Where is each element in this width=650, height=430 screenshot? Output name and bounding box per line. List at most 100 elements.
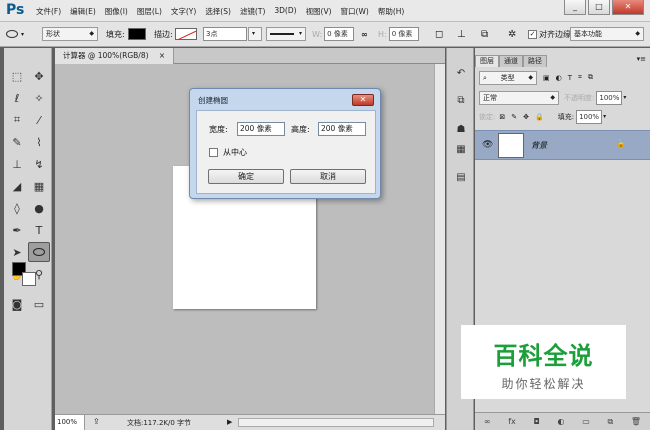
lock-all-icon[interactable]: 🔒 <box>535 113 544 121</box>
tool-preset-picker[interactable]: ▾ <box>6 26 24 42</box>
background-color-swatch[interactable] <box>22 272 36 286</box>
brush-tool-icon[interactable]: ⌇ <box>28 132 50 152</box>
adjustment-layer-icon[interactable]: ◐ <box>558 417 565 426</box>
chevron-down-icon[interactable]: ▾ <box>623 94 626 101</box>
blur-tool-icon[interactable]: ◊ <box>6 198 28 218</box>
tab-close-icon[interactable]: × <box>159 51 165 60</box>
stroke-width-dropdown[interactable]: ▾ <box>248 27 262 41</box>
stroke-width-input[interactable]: 3点 <box>203 27 247 41</box>
height-input[interactable]: 200 像素 <box>318 122 366 136</box>
panel-menu-icon[interactable]: ▾≡ <box>637 55 646 63</box>
zoom-level[interactable]: 100% <box>55 415 85 430</box>
lock-transparent-icon[interactable]: ⊠ <box>499 113 505 121</box>
stroke-swatch[interactable] <box>174 28 197 40</box>
lasso-tool-icon[interactable]: ℓ <box>6 88 28 108</box>
menu-window[interactable]: 窗口(W) <box>341 6 369 17</box>
document-tab[interactable]: 计算器 @ 100%(RGB/8) × <box>55 48 175 64</box>
chevron-down-icon[interactable]: ▾ <box>603 113 606 120</box>
menu-help[interactable]: 帮助(H) <box>378 6 405 17</box>
menu-layer[interactable]: 图层(L) <box>137 6 162 17</box>
height-label: 高度: <box>291 125 310 134</box>
w-input[interactable]: 0 像素 <box>324 27 355 41</box>
marquee-tool-icon[interactable]: ⬚ <box>6 66 28 86</box>
dodge-tool-icon[interactable]: ● <box>28 198 50 218</box>
type-tool-icon[interactable]: T <box>28 220 50 240</box>
menu-filter[interactable]: 滤镜(T) <box>240 6 265 17</box>
quick-mask-icon[interactable]: ◙ <box>6 294 28 314</box>
tab-channels[interactable]: 通道 <box>499 55 523 67</box>
ellipse-tool-icon[interactable] <box>28 242 50 262</box>
menu-select[interactable]: 选择(S) <box>205 6 231 17</box>
mode-dropdown[interactable]: 形状 ◆ <box>42 27 98 41</box>
horizontal-scrollbar[interactable] <box>238 418 434 427</box>
minimize-button[interactable]: _ <box>564 0 586 15</box>
history-panel-icon[interactable]: ↶ <box>453 66 469 82</box>
clone-stamp-icon[interactable]: ⊥ <box>6 154 28 174</box>
close-button[interactable]: ✕ <box>612 0 644 15</box>
menu-image[interactable]: 图像(I) <box>105 6 128 17</box>
menu-3d[interactable]: 3D(D) <box>274 6 296 17</box>
fill-swatch[interactable] <box>127 28 146 40</box>
adjustments-panel-icon[interactable]: ▤ <box>453 170 469 186</box>
eyedropper-icon[interactable]: ⁄ <box>28 110 50 130</box>
ok-button[interactable]: 确定 <box>208 169 284 184</box>
history-brush-icon[interactable]: ↯ <box>28 154 50 174</box>
gradient-tool-icon[interactable]: ▦ <box>28 176 50 196</box>
play-icon[interactable]: ▶ <box>227 418 232 426</box>
stroke-type-dropdown[interactable]: ▾ <box>266 27 306 41</box>
adjustment-filter-icon[interactable]: ◐ <box>556 74 562 82</box>
pixel-filter-icon[interactable]: ▣ <box>543 74 550 82</box>
layer-row-background[interactable]: 👁 背景 🔒 <box>475 130 650 160</box>
export-icon[interactable]: ⇪ <box>93 417 100 426</box>
cancel-button[interactable]: 取消 <box>290 169 366 184</box>
opacity-input[interactable]: 100% <box>596 90 623 105</box>
screen-mode-icon[interactable]: ▭ <box>28 294 50 314</box>
shape-filter-icon[interactable]: ⌗ <box>578 73 582 82</box>
smart-filter-icon[interactable]: ⧉ <box>588 73 593 82</box>
crop-tool-icon[interactable]: ⌗ <box>6 110 28 130</box>
link-icon[interactable]: ∞ <box>361 26 368 42</box>
path-operations-icon[interactable]: ◻ <box>435 26 443 42</box>
tab-layers[interactable]: 图层 <box>475 55 499 67</box>
lock-pixels-icon[interactable]: ✎ <box>511 113 517 121</box>
menu-edit[interactable]: 编辑(E) <box>70 6 96 17</box>
gear-icon[interactable]: ✲ <box>508 26 516 42</box>
properties-panel-icon[interactable]: ⧉ <box>453 93 469 109</box>
layer-mask-icon[interactable]: ◘ <box>533 417 539 426</box>
blend-mode-dropdown[interactable]: 正常 ◆ <box>479 90 559 105</box>
width-label: 宽度: <box>209 125 228 134</box>
link-layers-icon[interactable]: ∞ <box>484 417 491 426</box>
maximize-button[interactable]: □ <box>588 0 610 15</box>
workspace-dropdown[interactable]: 基本功能 ◆ <box>570 27 644 41</box>
h-input[interactable]: 0 像素 <box>388 27 419 41</box>
tab-paths[interactable]: 路径 <box>523 55 547 67</box>
filter-kind-dropdown[interactable]: ⌕ 类型 ◆ <box>479 70 537 85</box>
stroke-type-group: ▾ <box>266 26 306 42</box>
path-arrangement-icon[interactable]: ⧉ <box>481 26 488 42</box>
width-input[interactable]: 200 像素 <box>237 122 285 136</box>
color-panel-icon[interactable]: ☗ <box>453 122 469 138</box>
magic-wand-icon[interactable]: ✧ <box>28 88 50 108</box>
lock-position-icon[interactable]: ✥ <box>523 113 529 121</box>
type-filter-icon[interactable]: T <box>568 74 572 82</box>
align-edges-checkbox[interactable]: ✓ <box>528 29 537 39</box>
menu-view[interactable]: 视图(V) <box>306 6 332 17</box>
layer-style-icon[interactable]: fx <box>508 417 516 426</box>
from-center-checkbox[interactable] <box>209 148 218 157</box>
trash-icon[interactable]: 🗑 <box>631 417 641 426</box>
vertical-scrollbar[interactable] <box>434 64 445 414</box>
menu-file[interactable]: 文件(F) <box>36 6 61 17</box>
pen-tool-icon[interactable]: ✒ <box>6 220 28 240</box>
fill-input[interactable]: 100% <box>576 109 603 124</box>
dialog-close-button[interactable]: ✕ <box>352 94 374 106</box>
eye-icon[interactable]: 👁 <box>482 140 493 150</box>
path-selection-icon[interactable]: ➤ <box>6 242 28 262</box>
move-tool-icon[interactable]: ✥ <box>28 66 50 86</box>
healing-brush-icon[interactable]: ✎ <box>6 132 28 152</box>
new-group-icon[interactable]: ▭ <box>582 417 590 426</box>
eraser-tool-icon[interactable]: ◢ <box>6 176 28 196</box>
path-alignment-icon[interactable]: ⊥ <box>457 26 466 42</box>
menu-type[interactable]: 文字(Y) <box>171 6 196 17</box>
swatches-panel-icon[interactable]: ▦ <box>453 142 469 158</box>
new-layer-icon[interactable]: ⧉ <box>607 417 613 427</box>
